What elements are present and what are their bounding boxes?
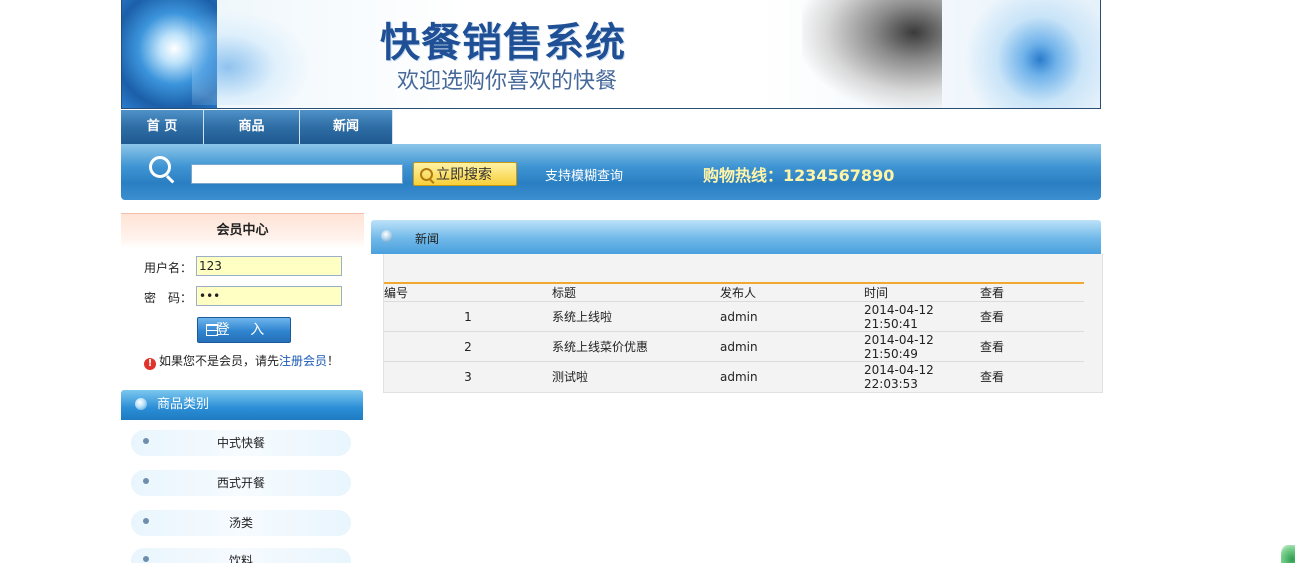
- login-icon: [206, 324, 218, 336]
- nav-spacer: [393, 110, 1101, 144]
- search-icon: [149, 156, 171, 178]
- hotline-text: 购物热线：1234567890: [703, 166, 895, 185]
- view-link[interactable]: 查看: [980, 340, 1004, 354]
- bullet-icon: [143, 478, 149, 484]
- news-author: admin: [720, 331, 864, 362]
- username-label: 用户名：: [144, 261, 193, 275]
- search-button[interactable]: 立即搜索: [413, 162, 517, 186]
- page-scrollbar[interactable]: [1281, 0, 1295, 563]
- scrollbar-thumb[interactable]: [1281, 545, 1295, 563]
- category-item[interactable]: 中式快餐: [131, 430, 351, 456]
- table-row: 1 系统上线啦 admin 2014-04-12 21:50:41 查看: [384, 301, 1084, 332]
- login-button-label: 登 入: [215, 322, 273, 338]
- col-id: 编号: [384, 282, 552, 302]
- magnifier-icon: [420, 168, 433, 181]
- register-notice-suffix: ！: [327, 354, 340, 368]
- register-link[interactable]: 注册会员: [279, 354, 327, 368]
- search-button-label: 立即搜索: [436, 167, 492, 183]
- news-time: 2014-04-12 21:50:49: [864, 331, 980, 362]
- news-header: 新闻: [371, 220, 1101, 254]
- news-time: 2014-04-12 22:03:53: [864, 362, 934, 391]
- view-link[interactable]: 查看: [980, 370, 1004, 384]
- search-bar: 立即搜索 支持模糊查询 购物热线：1234567890: [121, 144, 1101, 200]
- member-center-title: 会员中心: [121, 213, 364, 248]
- category-label: 中式快餐: [216, 436, 265, 450]
- bullet-icon: [143, 438, 149, 444]
- categories-title: 商品类别: [157, 397, 210, 412]
- tab-products[interactable]: 商品: [204, 110, 300, 144]
- bubbles-graphic: [950, 0, 1100, 108]
- table-row: 3 测试啦 admin 2014-04-12 22:03:53 查看: [384, 362, 1084, 392]
- main-nav: 首 页 商品 新闻: [121, 110, 1101, 144]
- password-field[interactable]: •••: [196, 286, 342, 306]
- news-body: 编号 标题 发布人 时间 查看 1 系统上线啦 admin 2014-04-12…: [383, 254, 1103, 393]
- category-item[interactable]: 西式开餐: [131, 470, 351, 496]
- water-drop-graphic: [802, 0, 942, 108]
- username-field[interactable]: 123: [196, 256, 342, 276]
- news-title-cell: 系统上线啦: [552, 301, 720, 332]
- news-title-cell: 系统上线菜价优惠: [552, 331, 720, 362]
- fuzzy-search-hint: 支持模糊查询: [545, 169, 624, 184]
- news-title-cell: 测试啦: [552, 370, 589, 384]
- col-author: 发布人: [720, 282, 864, 302]
- news-bullet-icon: [381, 230, 393, 242]
- news-author: admin: [720, 301, 864, 332]
- news-panel: 新闻 编号 标题 发布人 时间 查看 1 系统上线啦 admin 2014-04…: [371, 220, 1103, 393]
- category-label: 汤类: [228, 516, 253, 530]
- category-item[interactable]: 饮料: [131, 548, 351, 563]
- bullet-icon: [143, 518, 149, 524]
- news-id: 3: [464, 369, 472, 384]
- site-banner: 快餐销售系统 欢迎选购你喜欢的快餐: [121, 0, 1101, 109]
- col-view: 查看: [980, 282, 1084, 302]
- register-notice: ! 如果您不是会员，请先注册会员！: [144, 352, 339, 370]
- category-label: 饮料: [228, 554, 253, 563]
- categories-bullet-icon: [135, 398, 147, 410]
- news-title: 新闻: [415, 232, 440, 246]
- password-label: 密 码：: [144, 291, 193, 305]
- col-title: 标题: [552, 282, 720, 302]
- table-header-row: 编号 标题 发布人 时间 查看: [384, 282, 1084, 302]
- col-time: 时间: [864, 282, 980, 302]
- site-title: 快餐销售系统: [380, 20, 626, 66]
- category-label: 西式开餐: [216, 476, 265, 490]
- categories-header: 商品类别: [121, 390, 363, 420]
- news-time: 2014-04-12 21:50:41: [864, 301, 980, 332]
- site-subtitle: 欢迎选购你喜欢的快餐: [397, 69, 618, 94]
- water-splash-graphic: [192, 10, 312, 105]
- search-input[interactable]: [191, 164, 403, 184]
- member-center: 会员中心 用户名： 123 密 码： ••• 登 入 ! 如果您不是会员，请先注册…: [121, 213, 364, 373]
- news-id: 1: [384, 301, 552, 332]
- news-table: 编号 标题 发布人 时间 查看 1 系统上线啦 admin 2014-04-12…: [384, 282, 1084, 391]
- bullet-icon: [143, 556, 149, 562]
- product-categories: 商品类别 中式快餐 西式开餐 汤类 饮料: [121, 390, 363, 563]
- register-notice-prefix: 如果您不是会员，请先: [159, 354, 280, 368]
- table-row: 2 系统上线菜价优惠 admin 2014-04-12 21:50:49 查看: [384, 331, 1084, 362]
- login-button[interactable]: 登 入: [197, 317, 291, 343]
- tab-home[interactable]: 首 页: [121, 110, 204, 144]
- news-author: admin: [720, 369, 758, 384]
- tab-news[interactable]: 新闻: [300, 110, 393, 144]
- view-link[interactable]: 查看: [980, 310, 1004, 324]
- news-id: 2: [384, 331, 552, 362]
- warning-icon: !: [144, 358, 156, 370]
- category-item[interactable]: 汤类: [131, 510, 351, 536]
